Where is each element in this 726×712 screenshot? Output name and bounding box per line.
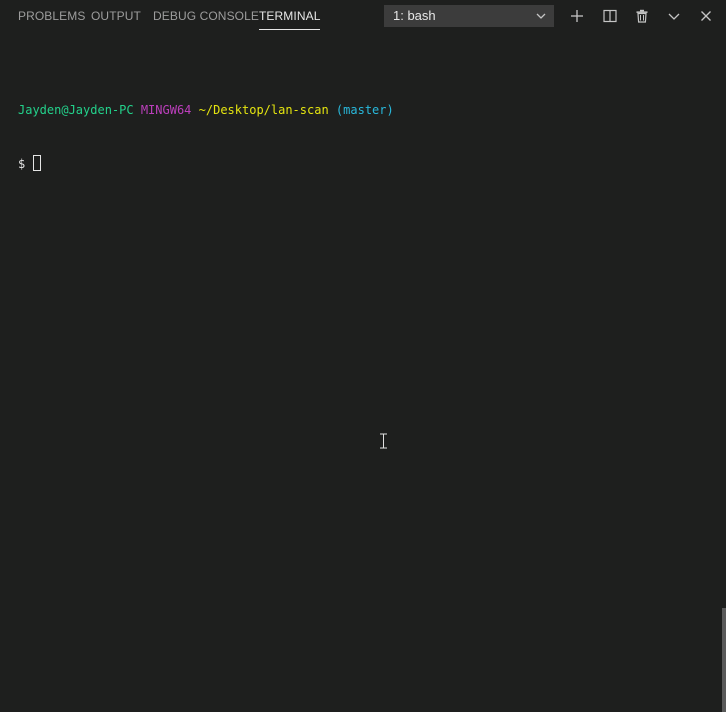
terminal-cursor — [33, 155, 42, 171]
prompt-path: ~/Desktop/lan-scan — [198, 103, 329, 117]
close-panel-button[interactable] — [696, 6, 716, 26]
prompt-branch: (master) — [335, 103, 394, 117]
split-terminal-button[interactable] — [600, 6, 620, 26]
prompt-user-host: Jayden@Jayden-PC — [18, 103, 134, 117]
input-line[interactable]: $ — [18, 155, 394, 173]
tab-output[interactable]: OUTPUT — [91, 9, 141, 23]
chevron-down-icon — [668, 13, 680, 20]
text-cursor-icon — [380, 433, 387, 449]
terminal-select-dropdown[interactable]: 1: bash — [384, 5, 554, 27]
plus-icon — [571, 10, 583, 22]
terminal-output[interactable]: Jayden@Jayden-PC MINGW64 ~/Desktop/lan-s… — [18, 65, 394, 209]
maximize-panel-button[interactable] — [664, 6, 684, 26]
terminal-select-value: 1: bash — [393, 8, 436, 23]
tab-terminal-label: TERMINAL — [259, 9, 321, 23]
prompt-symbol: $ — [18, 157, 26, 171]
terminal-panel: PROBLEMS OUTPUT DEBUG CONSOLE TERMINAL 1… — [0, 0, 726, 712]
chevron-down-icon — [536, 13, 546, 19]
trash-icon — [636, 9, 648, 23]
new-terminal-button[interactable] — [567, 6, 587, 26]
kill-terminal-button[interactable] — [632, 6, 652, 26]
active-tab-indicator — [259, 29, 321, 30]
tab-terminal[interactable]: TERMINAL — [259, 9, 321, 30]
prompt-env: MINGW64 — [140, 103, 192, 117]
panel-tab-bar: PROBLEMS OUTPUT DEBUG CONSOLE TERMINAL 1… — [0, 0, 726, 34]
terminal-scrollbar[interactable] — [722, 608, 726, 712]
tab-problems[interactable]: PROBLEMS — [18, 9, 86, 23]
tab-debug-console[interactable]: DEBUG CONSOLE — [153, 9, 259, 23]
close-icon — [701, 11, 711, 21]
split-icon — [603, 9, 617, 23]
prompt-line: Jayden@Jayden-PC MINGW64 ~/Desktop/lan-s… — [18, 101, 394, 119]
